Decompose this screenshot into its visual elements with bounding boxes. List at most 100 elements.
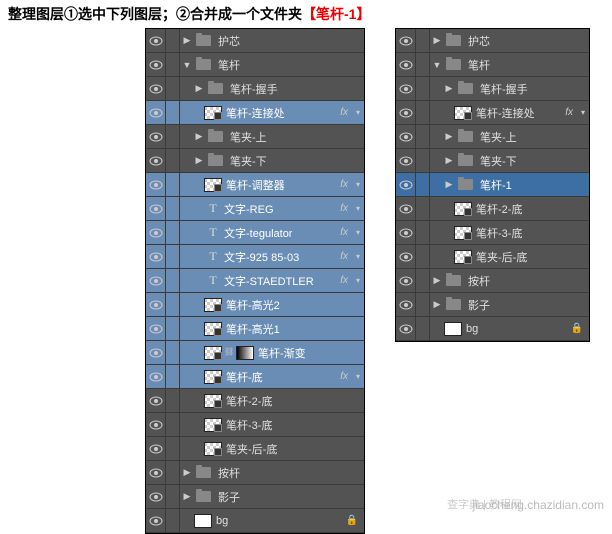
layer-thumbnail[interactable] <box>454 226 472 240</box>
layer-row[interactable]: ▶笔夹-下 <box>146 149 364 173</box>
row-content[interactable]: ▶影子 <box>430 293 589 316</box>
layer-thumbnail[interactable] <box>454 250 472 264</box>
layer-row[interactable]: T文字-REGfx▾ <box>146 197 364 221</box>
layer-name[interactable]: 影子 <box>468 297 490 313</box>
fx-badge[interactable]: fx <box>565 107 573 118</box>
row-content[interactable]: bg <box>180 509 364 532</box>
layer-name[interactable]: 笔杆-2-底 <box>226 393 272 409</box>
layer-row[interactable]: ▶笔夹-上 <box>396 125 589 149</box>
visibility-icon[interactable] <box>399 276 413 286</box>
visibility-icon[interactable] <box>149 228 163 238</box>
layer-name[interactable]: 笔杆-握手 <box>480 81 528 97</box>
layer-row[interactable]: 笔杆-3-底 <box>146 413 364 437</box>
lock-icon[interactable]: 🔒 <box>346 515 358 526</box>
visibility-toggle[interactable] <box>396 197 416 220</box>
expand-toggle[interactable]: ▶ <box>444 83 454 94</box>
layer-row[interactable]: T文字-tegulatorfx▾ <box>146 221 364 245</box>
row-content[interactable]: T文字-STAEDTLER <box>180 269 364 292</box>
row-content[interactable]: 笔杆-连接处 <box>180 101 364 124</box>
layer-row[interactable]: 笔杆-高光2 <box>146 293 364 317</box>
layer-row[interactable]: ▼笔杆 <box>146 53 364 77</box>
visibility-icon[interactable] <box>149 84 163 94</box>
layer-thumbnail[interactable] <box>204 322 222 336</box>
fx-badge[interactable]: fx <box>340 227 348 238</box>
row-content[interactable]: T文字-tegulator <box>180 221 364 244</box>
visibility-toggle[interactable] <box>396 269 416 292</box>
layer-mask[interactable] <box>236 346 254 360</box>
visibility-toggle[interactable] <box>146 53 166 76</box>
expand-toggle[interactable]: ▶ <box>444 131 454 142</box>
layer-name[interactable]: 笔夹-下 <box>230 153 267 169</box>
row-content[interactable]: 笔夹-后-底 <box>430 245 589 268</box>
visibility-toggle[interactable] <box>146 29 166 52</box>
visibility-icon[interactable] <box>149 516 163 526</box>
layer-row[interactable]: T文字-925 85-03fx▾ <box>146 245 364 269</box>
layer-thumbnail[interactable] <box>204 346 222 360</box>
visibility-toggle[interactable] <box>396 149 416 172</box>
layer-name[interactable]: 笔杆-握手 <box>230 81 278 97</box>
row-content[interactable]: ▶影子 <box>180 485 364 508</box>
expand-toggle[interactable]: ▶ <box>182 467 192 478</box>
expand-toggle[interactable]: ▶ <box>194 83 204 94</box>
lock-icon[interactable]: 🔒 <box>571 323 583 334</box>
layer-row[interactable]: ▶影子 <box>396 293 589 317</box>
row-content[interactable]: T文字-REG <box>180 197 364 220</box>
visibility-toggle[interactable] <box>146 101 166 124</box>
layer-name[interactable]: 笔杆-渐变 <box>258 345 306 361</box>
row-content[interactable]: T文字-925 85-03 <box>180 245 364 268</box>
layer-row[interactable]: 笔杆-连接处fx▾ <box>396 101 589 125</box>
row-content[interactable]: 笔杆-2-底 <box>430 197 589 220</box>
layer-row[interactable]: ▶护芯 <box>146 29 364 53</box>
visibility-icon[interactable] <box>149 324 163 334</box>
visibility-icon[interactable] <box>149 204 163 214</box>
fx-toggle-icon[interactable]: ▾ <box>356 252 360 261</box>
visibility-icon[interactable] <box>149 492 163 502</box>
visibility-icon[interactable] <box>149 36 163 46</box>
layer-row[interactable]: T文字-STAEDTLERfx▾ <box>146 269 364 293</box>
visibility-toggle[interactable] <box>396 53 416 76</box>
row-content[interactable]: ▶笔夹-上 <box>430 125 589 148</box>
visibility-icon[interactable] <box>149 108 163 118</box>
layer-row[interactable]: 笔杆-2-底 <box>146 389 364 413</box>
layer-name[interactable]: 笔杆-底 <box>226 369 263 385</box>
row-content[interactable]: ▶ 笔杆-握手 <box>430 77 589 100</box>
visibility-icon[interactable] <box>149 372 163 382</box>
row-content[interactable]: 笔杆-3-底 <box>180 413 364 436</box>
layer-name[interactable]: 笔杆 <box>468 57 490 73</box>
visibility-toggle[interactable] <box>146 77 166 100</box>
visibility-icon[interactable] <box>149 276 163 286</box>
expand-toggle[interactable]: ▶ <box>194 131 204 142</box>
expand-toggle[interactable]: ▶ <box>432 35 442 46</box>
visibility-toggle[interactable] <box>146 365 166 388</box>
layer-name[interactable]: 笔夹-后-底 <box>226 441 277 457</box>
layer-row[interactable]: ▶笔杆-1 <box>396 173 589 197</box>
row-content[interactable]: ▶笔夹-上 <box>180 125 364 148</box>
fx-badge[interactable]: fx <box>340 107 348 118</box>
visibility-icon[interactable] <box>399 84 413 94</box>
expand-toggle[interactable]: ▼ <box>182 60 192 70</box>
layer-name[interactable]: 护芯 <box>468 33 490 49</box>
expand-toggle[interactable]: ▼ <box>432 60 442 70</box>
visibility-toggle[interactable] <box>396 221 416 244</box>
layer-row[interactable]: ▼ 笔杆 <box>396 53 589 77</box>
expand-toggle[interactable]: ▶ <box>432 275 442 286</box>
layer-row[interactable]: 笔夹-后-底 <box>396 245 589 269</box>
row-content[interactable]: 笔杆-高光1 <box>180 317 364 340</box>
layer-name[interactable]: 笔夹-后-底 <box>476 249 527 265</box>
row-content[interactable]: 笔杆-2-底 <box>180 389 364 412</box>
fx-toggle-icon[interactable]: ▾ <box>356 276 360 285</box>
visibility-toggle[interactable] <box>146 293 166 316</box>
layer-row[interactable]: bg🔒 <box>396 317 589 341</box>
layer-name[interactable]: 笔杆-1 <box>480 177 512 193</box>
layer-row[interactable]: 笔夹-后-底 <box>146 437 364 461</box>
layer-name[interactable]: bg <box>216 515 228 527</box>
fx-badge[interactable]: fx <box>340 203 348 214</box>
visibility-toggle[interactable] <box>396 29 416 52</box>
fx-toggle-icon[interactable]: ▾ <box>581 108 585 117</box>
visibility-toggle[interactable] <box>146 317 166 340</box>
visibility-icon[interactable] <box>399 204 413 214</box>
visibility-toggle[interactable] <box>146 437 166 460</box>
layer-row[interactable]: ▶按杆 <box>146 461 364 485</box>
visibility-icon[interactable] <box>149 348 163 358</box>
visibility-icon[interactable] <box>399 156 413 166</box>
